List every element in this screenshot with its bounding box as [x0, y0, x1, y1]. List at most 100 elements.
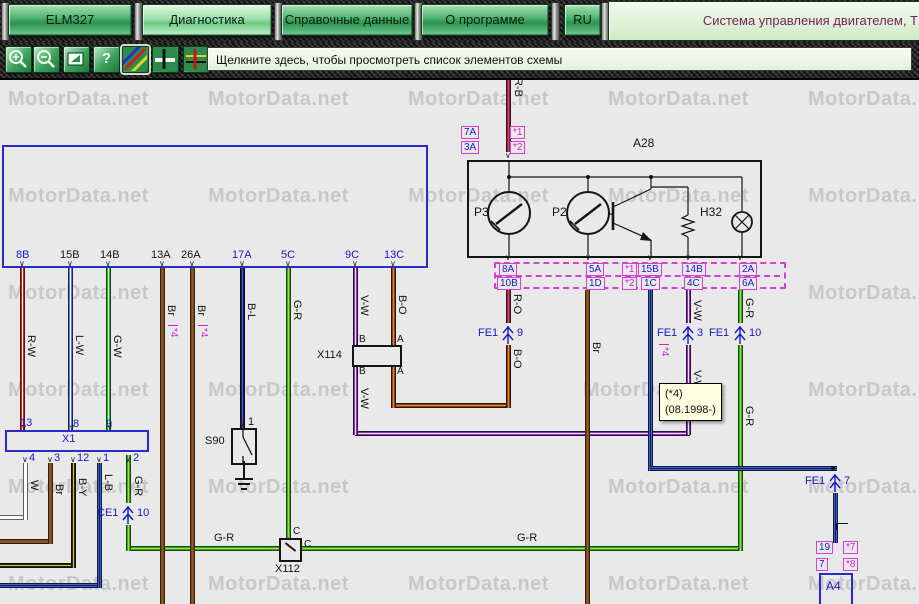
wire-by-horizontal[interactable]	[0, 563, 76, 568]
diagnostics-button[interactable]: Диагностика	[142, 4, 272, 36]
a4-pin-note: *8	[843, 558, 858, 571]
bracket-mark	[836, 523, 848, 530]
wire-lb-1c[interactable]	[648, 290, 653, 471]
wire-bo-horizontal[interactable]	[393, 403, 510, 408]
watermark: MotorData.net	[208, 573, 349, 596]
pin-fork-icon: ∨	[96, 456, 102, 464]
language-button[interactable]: RU	[564, 4, 601, 36]
wire-color-label: V-W	[358, 295, 369, 316]
wire-color-label: G-R	[743, 298, 754, 318]
splice-arrow-icon[interactable]	[682, 323, 694, 345]
wire-color-label: W	[28, 480, 39, 490]
wire-br-1d[interactable]	[585, 290, 590, 604]
wire-color-label: G-R	[517, 533, 537, 544]
splice-arrow-icon[interactable]	[502, 323, 514, 345]
x1-label: X1	[62, 434, 75, 445]
zoom-in-button[interactable]	[5, 46, 32, 73]
wire-w-x1[interactable]	[23, 463, 28, 520]
system-title: Система управления двигателем, Т	[703, 13, 918, 28]
wire-br-x1[interactable]	[48, 463, 53, 544]
wire-note-label: *4	[168, 325, 178, 337]
top-pin-label: 3A	[461, 141, 479, 154]
wire-gr-fe110-down[interactable]	[738, 345, 743, 551]
connector-pin: 8A	[499, 263, 517, 276]
connector-pin: 4C	[684, 277, 703, 290]
zoom-out-button[interactable]	[33, 46, 60, 73]
zoom-out-icon	[34, 47, 58, 71]
crosshair-red-icon	[184, 47, 208, 71]
s90-switch-icon	[231, 428, 257, 465]
x112-pin: C	[293, 527, 300, 537]
system-title-panel: Система управления двигателем, Т	[608, 1, 919, 41]
x114-pin: A	[397, 367, 404, 377]
crosshair-red-button[interactable]	[183, 46, 210, 73]
splice-arrow-icon[interactable]	[122, 503, 134, 525]
lamp-label: H32	[700, 206, 722, 218]
splice-arrow-icon[interactable]	[829, 471, 841, 493]
about-button[interactable]: О программе	[421, 4, 549, 36]
wire-lb-horizontal[interactable]	[0, 583, 102, 588]
schematic-canvas[interactable]: MotorData.net MotorData.net MotorData.ne…	[0, 0, 919, 604]
pin-fork-icon: ∨	[285, 260, 291, 268]
watermark: MotorData.net	[808, 185, 919, 208]
elm327-button[interactable]: ELM327	[8, 4, 132, 36]
wire-lc-horizontal[interactable]	[650, 466, 837, 471]
pin-fork-icon: ∨	[69, 424, 75, 432]
x1-pin: 4	[29, 453, 35, 464]
x114-box[interactable]	[352, 345, 402, 367]
connector-note: *1	[622, 263, 637, 276]
wire-color-label: G-R	[214, 533, 234, 544]
wire-colors-button[interactable]	[122, 46, 149, 73]
top-pin-note: *2	[510, 141, 525, 154]
fit-view-icon	[64, 47, 88, 71]
x112-box[interactable]	[279, 538, 302, 562]
x1-pin: 1	[103, 453, 109, 464]
wire-br-13a[interactable]	[160, 268, 165, 604]
pin-fork-icon: ∨	[352, 260, 358, 268]
fit-view-button[interactable]	[63, 46, 90, 73]
wire-bo-x114-down[interactable]	[391, 367, 396, 408]
splice-label: FE1	[805, 476, 825, 487]
splice-label: FE1	[657, 328, 677, 339]
x114-label: X114	[317, 350, 342, 361]
pin-fork-icon: ∨	[505, 254, 511, 262]
a4-pin-note: *7	[843, 541, 858, 554]
pin-fork-icon: ∨	[585, 254, 591, 262]
pin-fork-icon: ∨	[159, 260, 165, 268]
wire-color-label: G-W	[111, 335, 122, 358]
crosshair-dark-button[interactable]	[152, 46, 179, 73]
wire-color-label: Br	[53, 484, 64, 495]
x1-box[interactable]	[5, 430, 149, 452]
splice-number: 9	[517, 328, 523, 339]
wire-bl-17a[interactable]	[240, 268, 245, 428]
tooltip: (*4) (08.1998-)	[659, 383, 722, 421]
watermark: MotorData.net	[208, 379, 349, 402]
splice-arrow-icon[interactable]	[734, 323, 746, 345]
wire-gr-horizontal-left[interactable]	[126, 546, 279, 551]
wire-br-26a[interactable]	[190, 268, 195, 604]
ground-icon	[241, 488, 247, 490]
tooltip-line: (*4)	[665, 386, 716, 402]
element-list-message-bar[interactable]: Щелкните здесь, чтобы просмотреть список…	[207, 47, 912, 71]
help-button[interactable]: ?	[93, 46, 120, 73]
wire-br-horizontal[interactable]	[0, 539, 53, 544]
wire-color-label: R-W	[25, 335, 36, 357]
pin-fork-icon: ∨	[239, 421, 245, 429]
a28-label: A28	[633, 137, 654, 149]
wire-vw-horizontal[interactable]	[355, 431, 690, 436]
splice-label: FE1	[709, 328, 729, 339]
wire-color-label: Br	[195, 305, 206, 316]
wire-gr-x1-lower[interactable]	[126, 525, 131, 551]
reference-data-button[interactable]: Справочные данные	[281, 4, 413, 36]
x112-pin: C	[304, 540, 311, 550]
main-toolbar: ELM327 Диагностика Справочные данные О п…	[0, 0, 919, 42]
pin-fork-icon: ∨	[189, 260, 195, 268]
pin-fork-icon: ∨	[125, 456, 131, 464]
pin-fork-icon: ∨	[390, 260, 396, 268]
wire-colors-icon	[123, 47, 147, 71]
ground-icon	[235, 478, 253, 480]
wire-lb-fe17-down[interactable]	[833, 493, 838, 543]
splice-label: FE1	[478, 328, 498, 339]
wire-gr-horizontal-right[interactable]	[302, 546, 740, 551]
wire-color-label: V-W	[358, 388, 369, 409]
